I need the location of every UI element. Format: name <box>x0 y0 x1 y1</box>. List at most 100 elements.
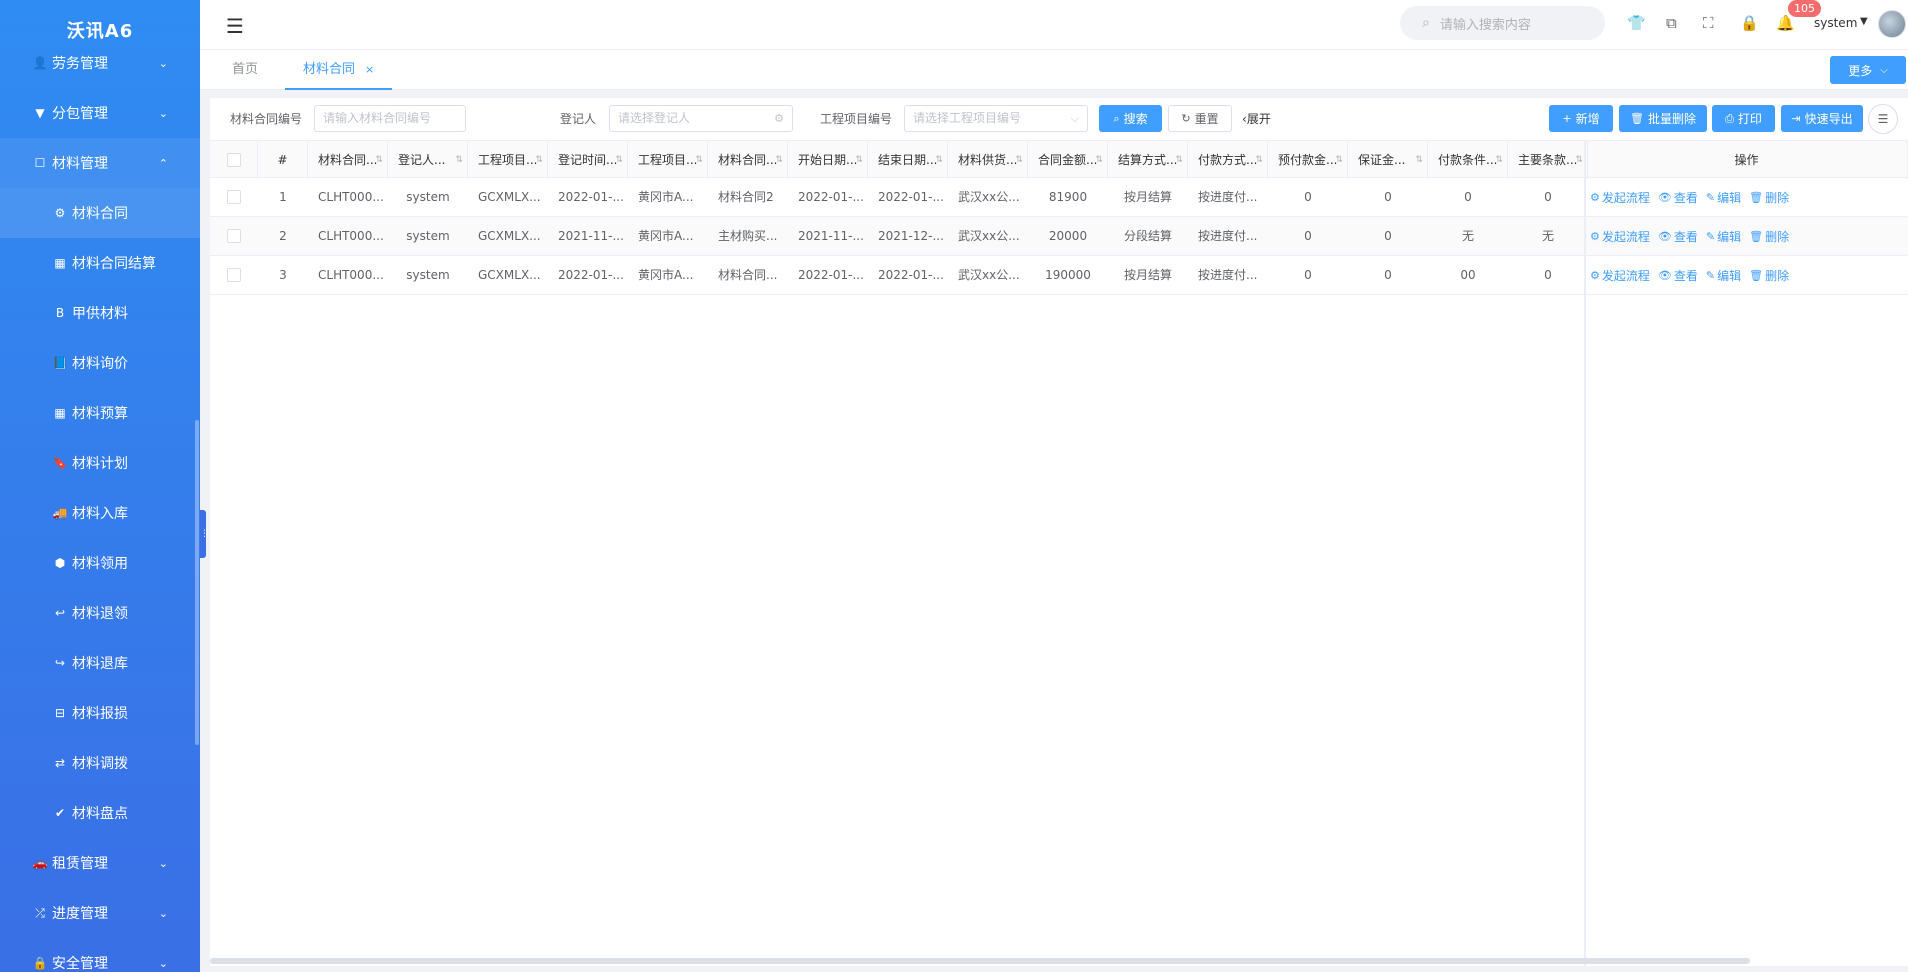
sort-icon[interactable]: ⇅ <box>1015 141 1023 179</box>
column-header-5[interactable]: 工程项目... ⇅ <box>628 141 708 179</box>
column-settings-icon[interactable]: ☰ <box>1868 104 1898 134</box>
sidebar-item-7[interactable]: ▦ 材料预算 <box>0 388 200 438</box>
horizontal-scrollbar[interactable] <box>210 958 1750 964</box>
sort-icon[interactable]: ⇅ <box>1175 141 1183 179</box>
table-row[interactable]: 3 CLHT000... system GCXMLX... 2022-01-... 黄冈市… <box>210 256 1908 295</box>
view-link[interactable]: 👁 查看 <box>1658 228 1698 245</box>
sidebar-item-12[interactable]: ↪ 材料退库 <box>0 638 200 688</box>
sidebar-item-3[interactable]: ⚙ 材料合同 <box>0 188 200 238</box>
sort-icon[interactable]: ⇅ <box>1495 141 1503 179</box>
select-all-checkbox[interactable] <box>227 153 241 167</box>
sort-icon[interactable]: ⇅ <box>1095 141 1103 179</box>
sidebar-item-4[interactable]: ▦ 材料合同结算 <box>0 238 200 288</box>
sidebar-collapse-handle[interactable]: ⋮ <box>200 510 209 558</box>
column-header-8[interactable]: 结束日期... ⇅ <box>868 141 948 179</box>
add-button[interactable]: + 新增 <box>1549 105 1613 132</box>
global-search-input[interactable]: ⌕ 请输入搜索内容 <box>1400 6 1605 40</box>
sidebar-item-1[interactable]: ▼ 分包管理 ⌄ <box>0 88 200 138</box>
delete-link[interactable]: 🗑 删除 <box>1749 267 1789 284</box>
sort-icon[interactable]: ⇅ <box>615 141 623 179</box>
bell-icon[interactable]: 🔔 <box>1776 14 1795 32</box>
sidebar-item-0[interactable]: 👤 劳务管理 ⌄ <box>0 38 200 88</box>
sidebar-item-9[interactable]: 🚚 材料入库 <box>0 488 200 538</box>
sort-icon[interactable]: ⇅ <box>375 141 383 179</box>
sidebar-item-15[interactable]: ✔ 材料盘点 <box>0 788 200 838</box>
sort-icon[interactable]: ⇅ <box>1415 141 1423 179</box>
expand-link[interactable]: ‹展开 <box>1242 110 1271 127</box>
sidebar-item-6[interactable]: 📘 材料询价 <box>0 338 200 388</box>
lock-screen-icon[interactable]: 🔒 <box>1740 14 1759 32</box>
more-button[interactable]: 更多 ⌵ <box>1830 56 1906 84</box>
start-process-link[interactable]: ⚙ 发起流程 <box>1590 228 1650 245</box>
reset-button[interactable]: ↻ 重置 <box>1168 105 1232 132</box>
sidebar-item-8[interactable]: 🔖 材料计划 <box>0 438 200 488</box>
edit-link[interactable]: ✎ 编辑 <box>1706 228 1741 245</box>
close-icon[interactable]: × <box>365 63 374 76</box>
sidebar-item-14[interactable]: ⇄ 材料调拨 <box>0 738 200 788</box>
column-header-7[interactable]: 开始日期... ⇅ <box>788 141 868 179</box>
edit-link[interactable]: ✎ 编辑 <box>1706 267 1741 284</box>
sort-icon[interactable]: ⇅ <box>775 141 783 179</box>
column-header-6[interactable]: 材料合同... ⇅ <box>708 141 788 179</box>
registrant-select[interactable]: 请选择登记人 ⚙ <box>609 105 793 132</box>
export-button[interactable]: ⇥ 快速导出 <box>1781 105 1863 132</box>
sidebar-item-16[interactable]: 🚗 租赁管理 ⌄ <box>0 838 200 888</box>
tab-home[interactable]: 首页 <box>232 50 258 90</box>
column-header-13[interactable]: 预付款金... ⇅ <box>1268 141 1348 179</box>
column-header-3[interactable]: 工程项目... ⇅ <box>468 141 548 179</box>
column-header-14[interactable]: 保证金... ⇅ <box>1348 141 1428 179</box>
sidebar-item-10[interactable]: ⬢ 材料领用 <box>0 538 200 588</box>
sort-icon[interactable]: ⇅ <box>1575 141 1583 179</box>
menu-toggle-icon[interactable]: ☰ <box>226 14 244 38</box>
translate-icon[interactable]: ⧉ <box>1666 14 1677 32</box>
caret-down-icon[interactable]: ▼ <box>1860 16 1868 27</box>
user-name[interactable]: system <box>1814 16 1857 30</box>
batch-delete-button[interactable]: 🗑 批量删除 <box>1619 105 1707 132</box>
column-header-9[interactable]: 材料供货... ⇅ <box>948 141 1028 179</box>
view-link[interactable]: 👁 查看 <box>1658 189 1698 206</box>
sidebar-item-17[interactable]: ⤮ 进度管理 ⌄ <box>0 888 200 938</box>
edit-link[interactable]: ✎ 编辑 <box>1706 189 1741 206</box>
sidebar-item-13[interactable]: ⊟ 材料报损 <box>0 688 200 738</box>
sort-icon[interactable]: ⇅ <box>1335 141 1343 179</box>
fullscreen-icon[interactable]: ⛶ <box>1703 14 1714 32</box>
view-link[interactable]: 👁 查看 <box>1658 267 1698 284</box>
sort-icon[interactable]: ⇅ <box>855 141 863 179</box>
column-header-2[interactable]: 登记人... ⇅ <box>388 141 468 179</box>
column-header-10[interactable]: 合同金额... ⇅ <box>1028 141 1108 179</box>
start-process-link[interactable]: ⚙ 发起流程 <box>1590 267 1650 284</box>
print-button[interactable]: ⎙ 打印 <box>1712 105 1775 132</box>
sidebar-item-label: 材料询价 <box>72 356 128 372</box>
column-header-15[interactable]: 付款条件... ⇅ <box>1428 141 1508 179</box>
tab-material-contract[interactable]: 材料合同 × <box>285 50 393 90</box>
sidebar-item-5[interactable]: B 甲供材料 <box>0 288 200 338</box>
theme-shirt-icon[interactable]: 👕 <box>1627 14 1646 32</box>
start-process-link[interactable]: ⚙ 发起流程 <box>1590 189 1650 206</box>
table-cell: 黄冈市A... <box>638 229 694 243</box>
row-checkbox[interactable] <box>227 229 241 243</box>
column-header-4[interactable]: 登记时间... ⇅ <box>548 141 628 179</box>
sidebar-scrollbar[interactable] <box>195 420 199 745</box>
column-header-1[interactable]: 材料合同... ⇅ <box>308 141 388 179</box>
delete-link[interactable]: 🗑 删除 <box>1749 228 1789 245</box>
sidebar-item-2[interactable]: ☐ 材料管理 ⌃ <box>0 138 200 188</box>
sidebar-item-18[interactable]: 🔒 安全管理 ⌄ <box>0 938 200 972</box>
sort-icon[interactable]: ⇅ <box>695 141 703 179</box>
sidebar-item-11[interactable]: ↩ 材料退领 <box>0 588 200 638</box>
sort-icon[interactable]: ⇅ <box>935 141 943 179</box>
table-row[interactable]: 2 CLHT000... system GCXMLX... 2021-11-... 黄冈市… <box>210 217 1908 256</box>
column-header-16[interactable]: 主要条款... ⇅ <box>1508 141 1588 179</box>
sort-icon[interactable]: ⇅ <box>455 141 463 179</box>
delete-link[interactable]: 🗑 删除 <box>1749 189 1789 206</box>
column-header-11[interactable]: 结算方式... ⇅ <box>1108 141 1188 179</box>
row-checkbox[interactable] <box>227 268 241 282</box>
project-no-select[interactable]: 请选择工程项目编号 ⌵ <box>904 105 1088 132</box>
sort-icon[interactable]: ⇅ <box>535 141 543 179</box>
table-row[interactable]: 1 CLHT000... system GCXMLX... 2022-01-... 黄冈市… <box>210 178 1908 217</box>
search-button[interactable]: ⌕ 搜索 <box>1099 105 1162 132</box>
column-header-12[interactable]: 付款方式... ⇅ <box>1188 141 1268 179</box>
sort-icon[interactable]: ⇅ <box>1255 141 1263 179</box>
contract-no-input[interactable]: 请输入材料合同编号 <box>314 105 466 132</box>
row-checkbox[interactable] <box>227 190 241 204</box>
avatar[interactable] <box>1878 10 1906 38</box>
